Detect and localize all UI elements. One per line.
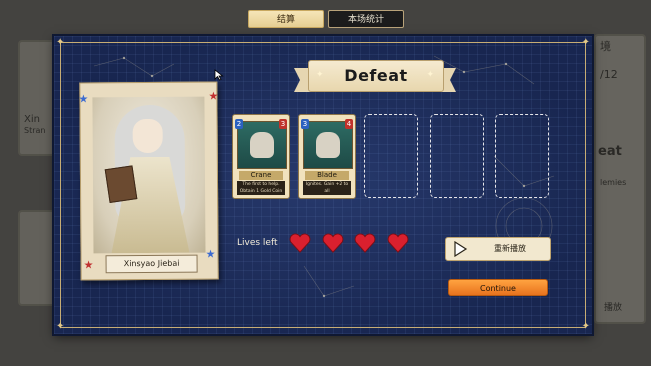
continue-button[interactable]: Continue bbox=[448, 279, 548, 296]
card-name: Crane bbox=[239, 171, 283, 180]
tab-settlement[interactable]: 结算 bbox=[248, 10, 324, 28]
play-icon bbox=[454, 241, 468, 257]
star-icon: ★ bbox=[208, 89, 219, 103]
card-power: 3 bbox=[279, 119, 287, 129]
corner-star-icon: ✦ bbox=[56, 37, 65, 48]
blade-icon bbox=[316, 132, 340, 158]
heart-icon bbox=[322, 233, 344, 253]
star-icon: ★ bbox=[205, 247, 216, 261]
empty-card-slot bbox=[495, 114, 549, 198]
result-title: Defeat bbox=[308, 60, 444, 92]
star-icon: ★ bbox=[83, 258, 94, 272]
result-panel: ✦ ✦ ✦ ✦ Defeat ✦ ✦ Xinsyao Jiebai ★ ★ ★ … bbox=[54, 36, 592, 334]
sparkle-icon: ✦ bbox=[316, 70, 324, 80]
corner-star-icon: ✦ bbox=[581, 37, 590, 48]
corner-star-icon: ✦ bbox=[581, 321, 590, 332]
empty-card-slot bbox=[430, 114, 484, 198]
card-description: Ignites. Gain +2 to all bbox=[303, 181, 351, 195]
empty-card-slot bbox=[364, 114, 418, 198]
card-power: 4 bbox=[345, 119, 353, 129]
heart-icon bbox=[354, 233, 376, 253]
heart-icon bbox=[289, 233, 311, 253]
card-crane[interactable]: 2 3 Crane The first to help. Obtain 1 Go… bbox=[232, 114, 290, 199]
character-illustration bbox=[92, 96, 206, 254]
character-name: Xinsyao Jiebai bbox=[105, 254, 198, 274]
crane-icon bbox=[250, 132, 274, 158]
tab-match-stats[interactable]: 本场统计 bbox=[328, 10, 404, 28]
card-blade[interactable]: 3 4 Blade Ignites. Gain +2 to all bbox=[298, 114, 356, 199]
replay-button-label: 重新播放 bbox=[494, 244, 526, 253]
book-icon bbox=[104, 165, 138, 204]
corner-star-icon: ✦ bbox=[56, 321, 65, 332]
sparkle-icon: ✦ bbox=[426, 70, 434, 80]
card-name: Blade bbox=[305, 171, 349, 180]
replay-button[interactable]: 重新播放 bbox=[445, 237, 551, 261]
cursor-icon bbox=[214, 69, 224, 81]
card-description: The first to help. Obtain 1 Gold Coin bbox=[237, 181, 285, 195]
card-cost: 3 bbox=[301, 119, 309, 129]
heart-icon bbox=[387, 233, 409, 253]
card-cost: 2 bbox=[235, 119, 243, 129]
character-portrait: Xinsyao Jiebai ★ ★ ★ ★ bbox=[78, 81, 219, 281]
result-ribbon: Defeat ✦ ✦ bbox=[294, 60, 456, 94]
star-icon: ★ bbox=[78, 92, 89, 106]
lives-label: Lives left bbox=[237, 238, 278, 248]
character-face bbox=[132, 118, 163, 154]
